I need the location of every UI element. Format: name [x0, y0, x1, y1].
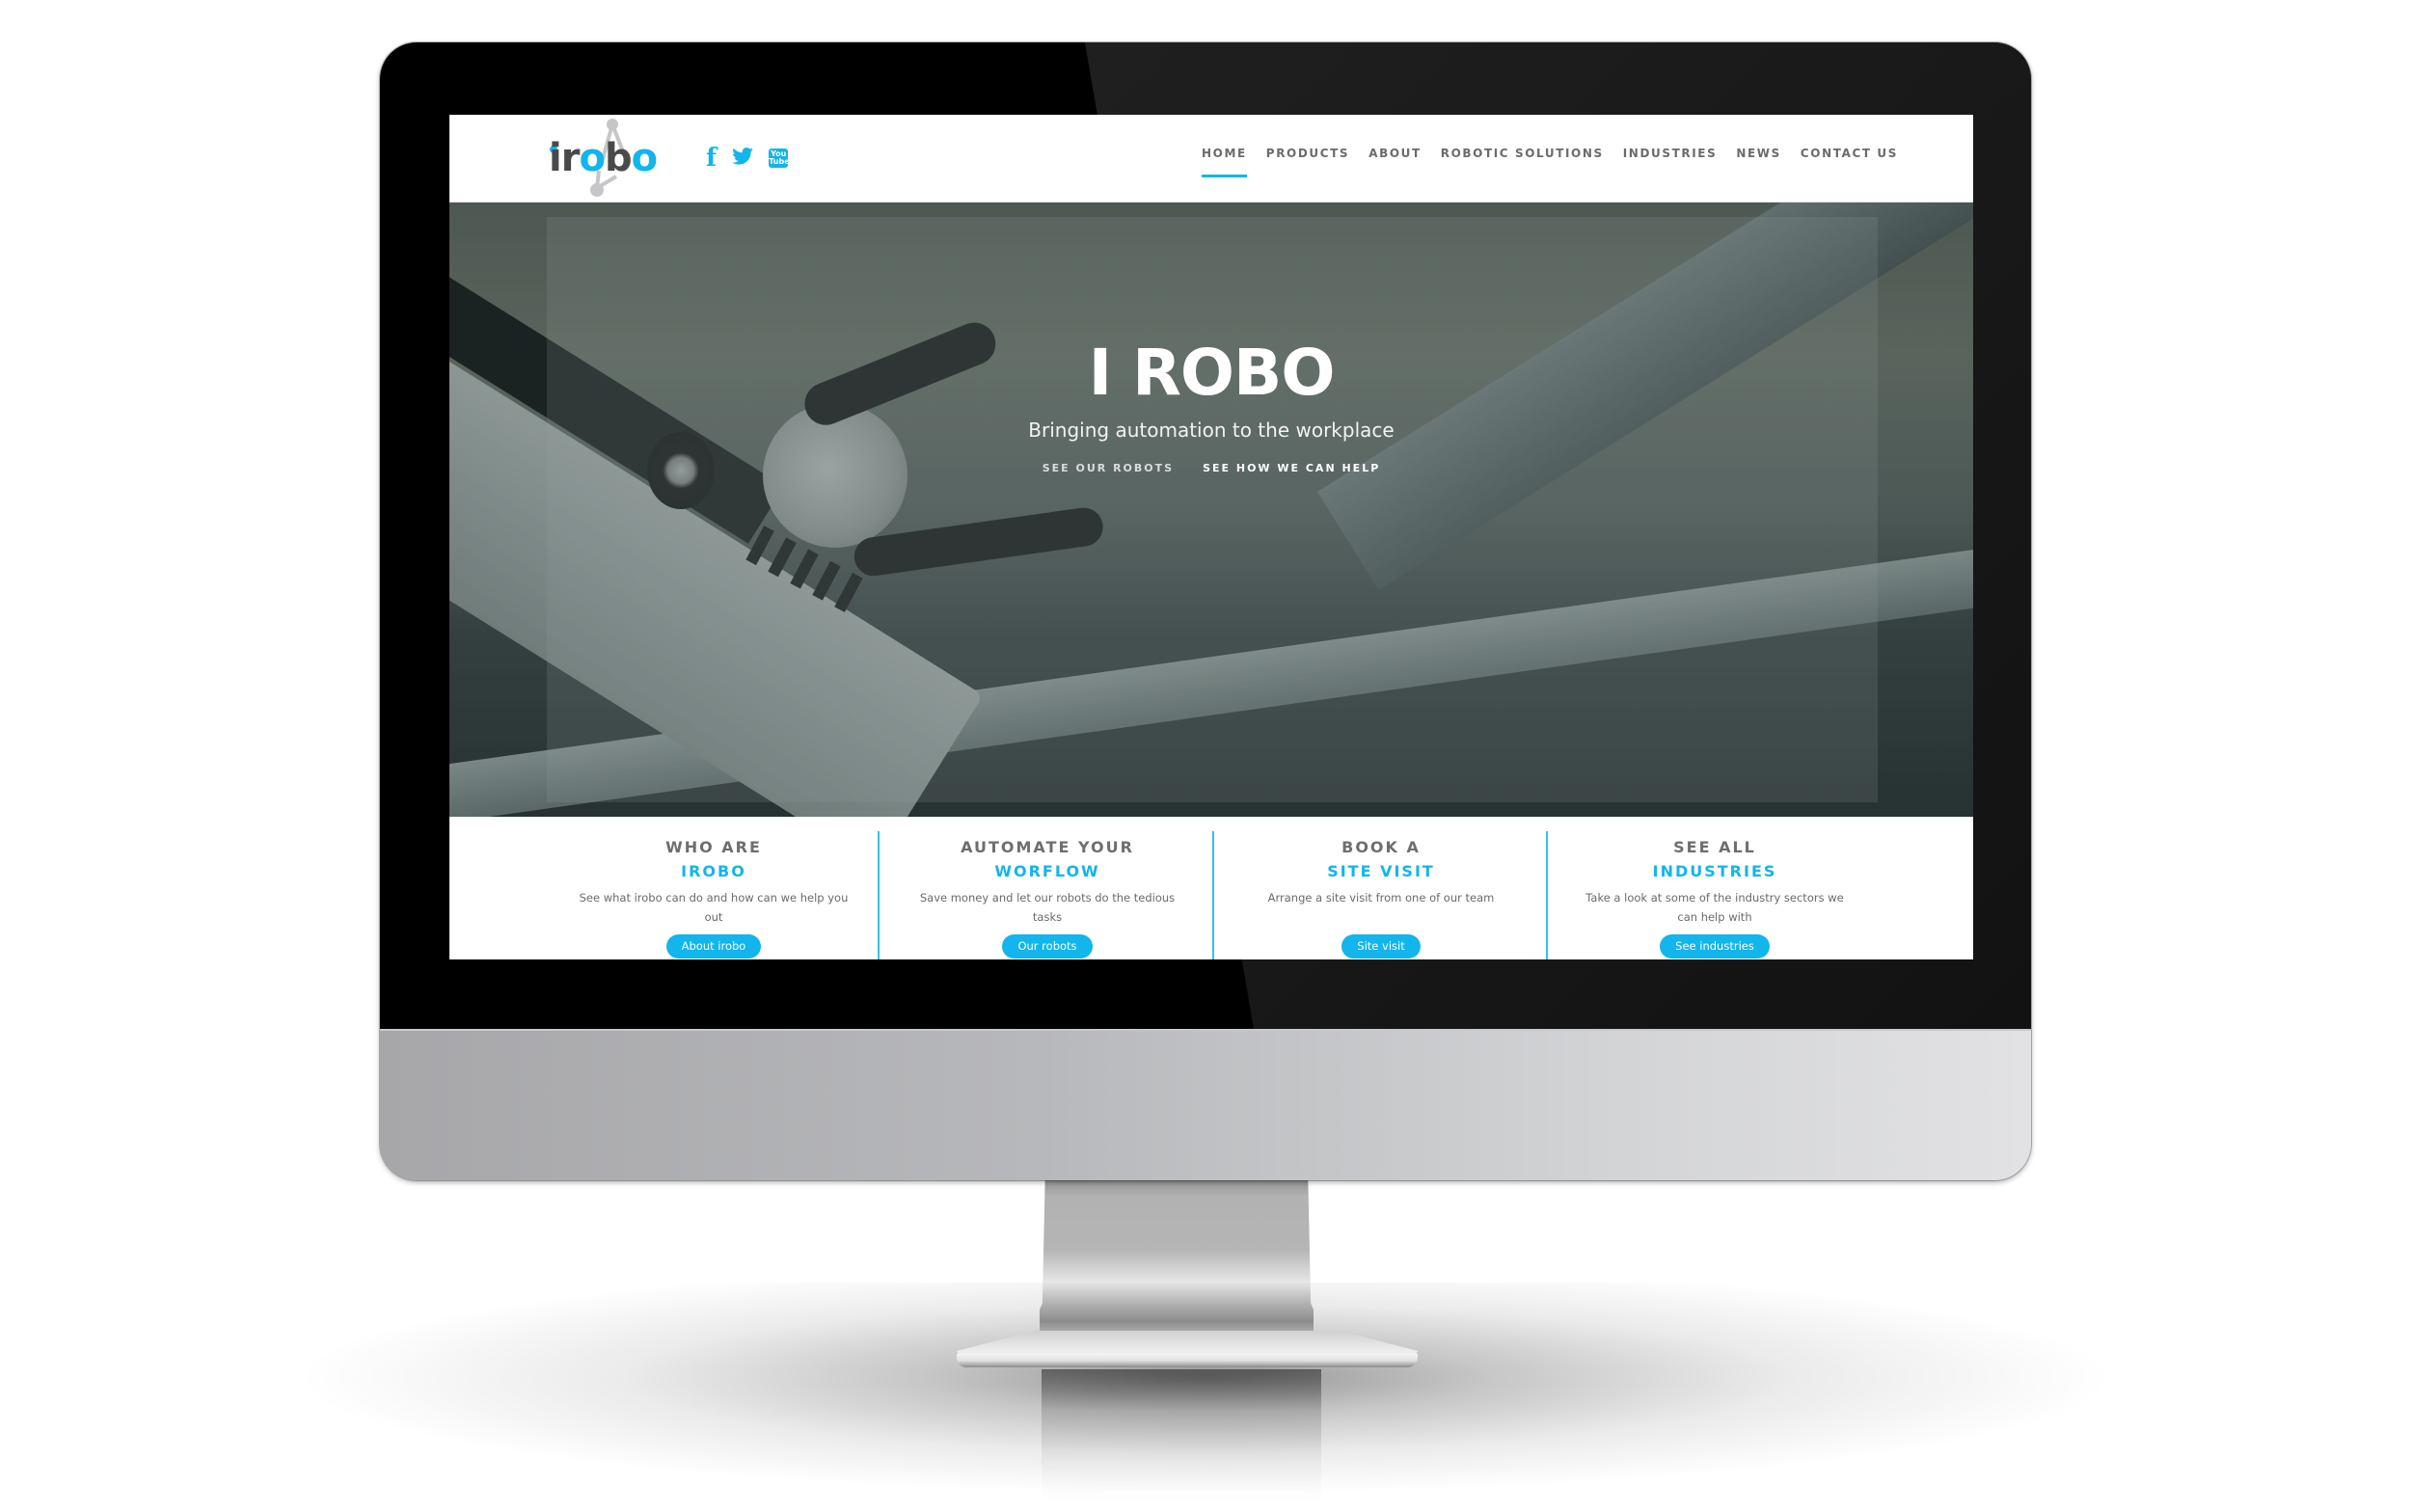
youtube-icon[interactable]: You Tube [769, 148, 790, 168]
logo-letter-i: i [549, 136, 562, 180]
website-screen: irobo f You Tube HOME PRODUCTS ABOUT ROB… [449, 115, 1973, 959]
card-text: See what irobo can do and how can we hel… [579, 891, 849, 924]
monitor-stand-neck [1040, 1178, 1314, 1357]
card-who-are-irobo: WHO ARE IROBO See what irobo can do and … [550, 818, 878, 959]
site-header: irobo f You Tube HOME PRODUCTS ABOUT ROB… [449, 115, 1973, 202]
nav-industries[interactable]: INDUSTRIES [1623, 147, 1718, 160]
hero-title: I ROBO [1088, 336, 1336, 410]
hero-overlay-panel [547, 217, 1878, 802]
irobo-logo[interactable]: irobo [549, 117, 664, 200]
monitor-chin [380, 1029, 2031, 1180]
logo-wordmark: irobo [549, 136, 659, 180]
logo-letter-r: r [560, 136, 581, 180]
facebook-icon[interactable]: f [706, 144, 717, 173]
card-text: Arrange a site visit from one of our tea… [1267, 891, 1495, 904]
see-how-we-can-help-link[interactable]: SEE HOW WE CAN HELP [1203, 462, 1380, 474]
card-text: Take a look at some of the industry sect… [1585, 891, 1844, 924]
card-highlight: WORFLOW [994, 862, 1100, 880]
card-highlight: INDUSTRIES [1652, 862, 1777, 880]
card-heading: BOOK A [1341, 838, 1421, 856]
feature-cards: WHO ARE IROBO See what irobo can do and … [449, 818, 1973, 959]
card-book-site-visit: BOOK A SITE VISIT Arrange a site visit f… [1217, 818, 1545, 959]
twitter-icon[interactable] [732, 148, 753, 169]
social-links: f You Tube [706, 144, 790, 173]
site-visit-button[interactable]: Site visit [1341, 934, 1421, 958]
logo-letter-o: o [579, 136, 606, 180]
nav-about[interactable]: ABOUT [1368, 147, 1422, 160]
main-nav: HOME PRODUCTS ABOUT ROBOTIC SOLUTIONS IN… [1202, 147, 1898, 177]
our-robots-button[interactable]: Our robots [1002, 934, 1093, 958]
card-divider [1546, 831, 1548, 959]
hero-links: SEE OUR ROBOTS SEE HOW WE CAN HELP [449, 462, 1973, 474]
logo-letter-b: b [604, 136, 633, 180]
logo-letter-o2: o [631, 136, 659, 180]
card-see-all-industries: SEE ALL INDUSTRIES Take a look at some o… [1551, 818, 1879, 959]
see-our-robots-link[interactable]: SEE OUR ROBOTS [1043, 462, 1174, 474]
see-industries-button[interactable]: See industries [1660, 934, 1770, 958]
nav-contact-us[interactable]: CONTACT US [1801, 147, 1898, 160]
nav-robotic-solutions[interactable]: ROBOTIC SOLUTIONS [1441, 147, 1604, 160]
card-highlight: IROBO [681, 862, 746, 880]
monitor-stand-base [957, 1354, 1418, 1367]
card-text: Save money and let our robots do the ted… [919, 891, 1176, 924]
card-heading: AUTOMATE YOUR [961, 838, 1134, 856]
card-divider [878, 831, 880, 959]
card-automate-workflow: AUTOMATE YOUR WORFLOW Save money and let… [883, 818, 1211, 959]
nav-home[interactable]: HOME [1202, 147, 1247, 177]
youtube-icon-bottom: Tube [769, 157, 790, 166]
card-heading: WHO ARE [665, 838, 762, 856]
card-highlight: SITE VISIT [1327, 862, 1435, 880]
hero-subtitle: Bringing automation to the workplace [1028, 418, 1395, 442]
hero-banner: I ROBO Bringing automation to the workpl… [449, 202, 1973, 817]
card-divider [1212, 831, 1214, 959]
about-irobo-button[interactable]: About irobo [665, 934, 762, 958]
nav-products[interactable]: PRODUCTS [1266, 147, 1349, 160]
card-heading: SEE ALL [1673, 838, 1756, 856]
stand-reflection [1042, 1369, 1321, 1504]
nav-news[interactable]: NEWS [1736, 147, 1781, 160]
